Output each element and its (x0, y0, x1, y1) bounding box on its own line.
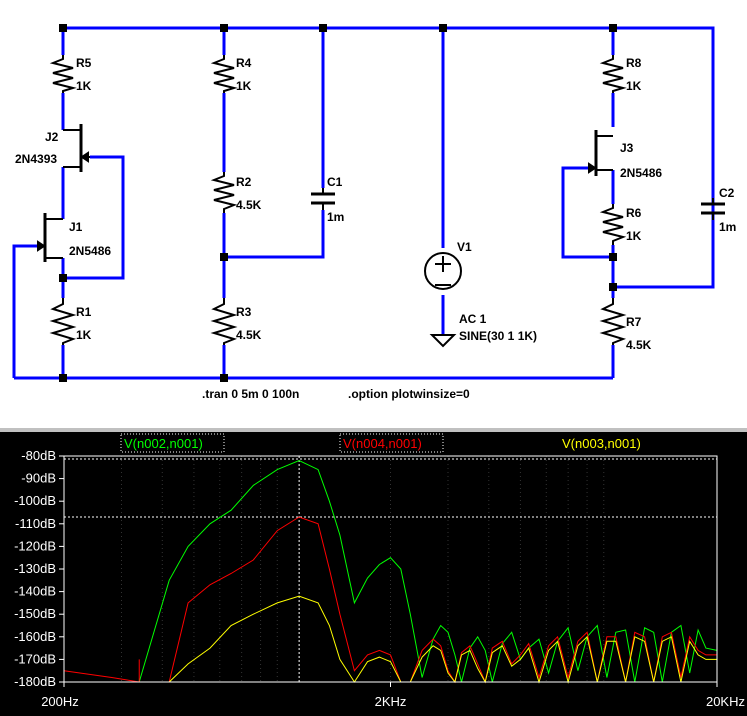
y-tick-label: -100dB (14, 493, 56, 508)
jfet-j1[interactable] (37, 213, 63, 262)
j1-model: 2N5486 (69, 244, 111, 258)
r5-name: R5 (76, 56, 92, 70)
v1-ac: AC 1 (459, 312, 487, 326)
r8-name: R8 (626, 56, 642, 70)
y-tick-label: -180dB (14, 674, 56, 689)
ground-icon (429, 334, 457, 348)
r3-name: R3 (236, 305, 252, 319)
resistor-r6[interactable] (599, 204, 627, 245)
y-tick-label: -110dB (15, 516, 56, 531)
x-axis-ticks: 200Hz 2KHz 20KHz (41, 682, 745, 709)
y-tick-label: -120dB (14, 538, 56, 553)
y-tick-label: -130dB (14, 561, 56, 576)
trace-label-v-n004[interactable]: V(n004,n001) (343, 436, 422, 451)
j2-name: J2 (45, 130, 59, 144)
r7-value: 4.5K (626, 338, 652, 352)
plot-grid (64, 456, 717, 682)
y-tick-label: -90dB (21, 471, 56, 486)
resistor-r3[interactable] (210, 298, 238, 345)
y-tick-label: -80dB (21, 448, 56, 463)
r5-value: 1K (76, 79, 92, 93)
r4-name: R4 (236, 56, 252, 70)
tran-directive[interactable]: .tran 0 5m 0 100n (202, 387, 299, 401)
resistor-r7[interactable] (599, 298, 627, 345)
r6-value: 1K (626, 229, 642, 243)
trace-label-v-n002[interactable]: V(n002,n001) (124, 436, 203, 451)
r7-name: R7 (626, 315, 642, 329)
y-tick-label: -140dB (14, 584, 56, 599)
trace-line-3 (168, 595, 717, 684)
j3-name: J3 (620, 141, 634, 155)
y-tick-label: -160dB (14, 629, 56, 644)
wires (12, 26, 715, 380)
y-tick-label: -150dB (14, 606, 56, 621)
c1-name: C1 (327, 175, 343, 189)
r2-value: 4.5K (236, 198, 262, 212)
x-tick-label: 200Hz (41, 694, 79, 709)
r6-name: R6 (626, 206, 642, 220)
j1-name: J1 (69, 220, 83, 234)
y-axis-ticks: -80dB -90dB -100dB -110dB -120dB -130dB -140dB… (14, 448, 64, 689)
r2-name: R2 (236, 175, 252, 189)
schematic-canvas[interactable]: R5 1K R4 1K R2 4.5K R3 4.5K R1 1K J2 2N4… (0, 0, 747, 428)
r8-value: 1K (626, 79, 642, 93)
r3-value: 4.5K (236, 328, 262, 342)
c1-value: 1m (327, 210, 344, 224)
capacitor-c1[interactable] (311, 188, 335, 210)
resistor-r1[interactable] (49, 298, 77, 345)
plot-canvas[interactable]: V(n002,n001) V(n004,n001) V(n003,n001) -… (0, 432, 747, 716)
j3-model: 2N5486 (620, 166, 662, 180)
y-tick-label: -170dB (14, 651, 56, 666)
r1-name: R1 (76, 305, 92, 319)
c2-name: C2 (719, 186, 735, 200)
resistor-r5[interactable] (49, 55, 77, 93)
v1-name: V1 (457, 240, 472, 254)
v1-sine: SINE(30 1 1K) (459, 329, 537, 343)
r1-value: 1K (76, 328, 92, 342)
voltage-source-v1[interactable] (424, 252, 462, 290)
x-tick-label: 20KHz (706, 694, 745, 709)
resistor-r4[interactable] (210, 55, 238, 93)
c2-value: 1m (719, 220, 736, 234)
waveform-viewer[interactable]: V(n002,n001) V(n004,n001) V(n003,n001) -… (0, 432, 747, 716)
r4-value: 1K (236, 79, 252, 93)
resistor-r2[interactable] (210, 172, 238, 213)
resistor-r8[interactable] (599, 55, 627, 93)
jfet-j3[interactable] (588, 130, 613, 176)
trace-label-v-n003[interactable]: V(n003,n001) (562, 436, 641, 451)
j2-model: 2N4393 (15, 152, 57, 166)
x-tick-label: 2KHz (375, 694, 407, 709)
option-directive[interactable]: .option plotwinsize=0 (348, 387, 470, 401)
trace-line-2 (63, 516, 717, 684)
jfet-j2[interactable] (63, 124, 90, 172)
schematic-editor[interactable]: R5 1K R4 1K R2 4.5K R3 4.5K R1 1K J2 2N4… (0, 0, 747, 428)
